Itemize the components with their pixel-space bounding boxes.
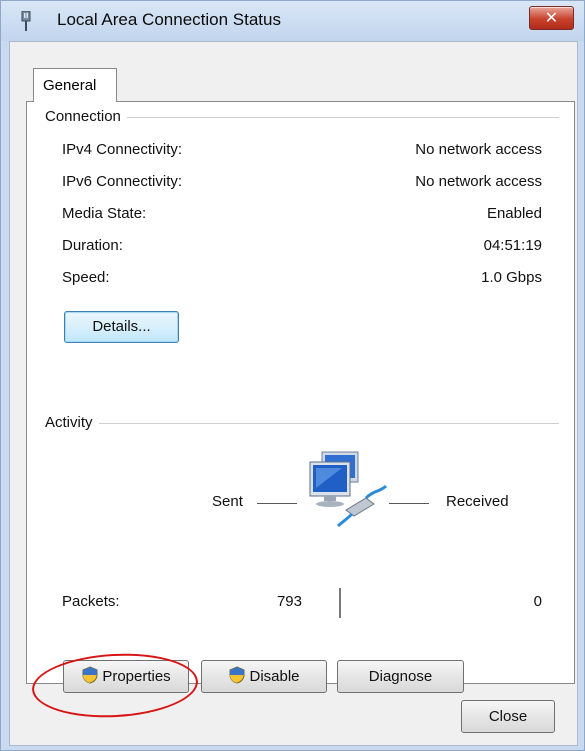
speed-value: 1.0 Gbps [481, 269, 542, 286]
sent-line [257, 503, 297, 504]
speed-label: Speed: [62, 269, 110, 286]
packets-label: Packets: [62, 593, 120, 610]
close-icon: ✕ [544, 8, 559, 27]
disable-button[interactable]: Disable [201, 660, 327, 693]
connection-section-label: Connection [45, 108, 127, 125]
dialog-client: General Connection IPv4 Connectivity: No… [9, 41, 578, 746]
uac-shield-icon [82, 666, 98, 684]
close-button[interactable]: Close [461, 700, 555, 733]
status-dialog: Local Area Connection Status ✕ General C… [0, 0, 585, 751]
packets-received-value: 0 [533, 593, 542, 610]
general-panel: Connection IPv4 Connectivity: No network… [26, 101, 575, 693]
received-line [389, 503, 429, 504]
duration-label: Duration: [62, 237, 123, 254]
ipv4-label: IPv4 Connectivity: [62, 141, 183, 158]
window-title: Local Area Connection Status [57, 10, 281, 29]
tab-general-label: General [43, 77, 97, 94]
uac-shield-icon [229, 666, 245, 684]
received-label: Received [446, 493, 509, 510]
tab-general[interactable]: General [33, 68, 117, 102]
media-state-value: Enabled [486, 205, 542, 222]
close-window-button[interactable]: ✕ [529, 6, 574, 30]
title-bar: Local Area Connection Status ✕ [1, 1, 584, 41]
packets-separator [339, 588, 341, 618]
ipv6-label: IPv6 Connectivity: [62, 173, 183, 190]
duration-value: 04:51:19 [483, 237, 542, 254]
details-button[interactable]: Details... [64, 311, 179, 343]
network-computers-icon [309, 451, 388, 528]
activity-divider [47, 423, 559, 424]
diagnose-button[interactable]: Diagnose [337, 660, 464, 693]
network-plug-icon [21, 11, 31, 31]
ipv4-value: No network access [415, 141, 542, 158]
packets-sent-value: 793 [276, 593, 302, 610]
media-state-label: Media State: [62, 205, 147, 222]
properties-button[interactable]: Properties [63, 660, 189, 693]
sent-label: Sent [212, 493, 243, 510]
properties-label: Properties [102, 668, 171, 685]
activity-section-label: Activity [45, 414, 99, 431]
disable-label: Disable [249, 668, 300, 685]
ipv6-value: No network access [415, 173, 542, 190]
